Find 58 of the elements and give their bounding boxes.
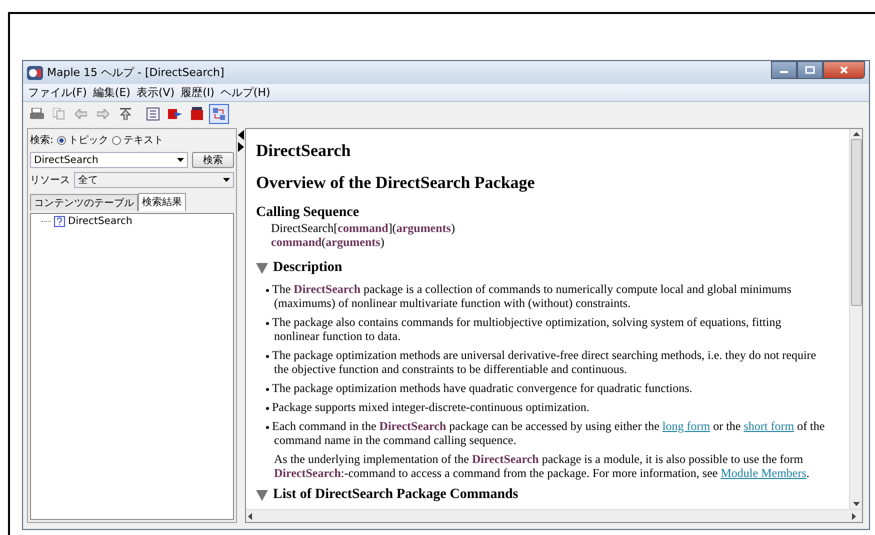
section-heading: Description — [273, 259, 342, 277]
minimize-button[interactable] — [771, 61, 797, 79]
scroll-up-icon — [852, 132, 860, 136]
up-arrow-icon — [120, 108, 130, 120]
tree-item[interactable]: DirectSearch — [68, 216, 132, 227]
section-heading: List of DirectSearch Package Commands — [273, 486, 518, 504]
caret-icon — [177, 158, 184, 162]
link[interactable]: long form — [662, 419, 710, 433]
tool-button[interactable] — [209, 104, 229, 124]
caret-icon — [223, 178, 230, 182]
bullet-item: The DirectSearch package is a collection of commands to numerically compute local and global minimums (maximums) of nonlinear multivariate function with (without) constraints. — [256, 282, 843, 310]
collapse-arrows-icon — [238, 130, 244, 152]
tab[interactable]: コンテンツのテーブル — [30, 194, 138, 211]
expand-triangle-icon[interactable] — [256, 489, 268, 501]
vertical-scrollbar[interactable] — [849, 129, 862, 509]
search-mode-radio[interactable]: トピック — [57, 133, 108, 147]
calling-sequence-line: command(arguments) — [270, 235, 386, 249]
menu-item[interactable]: ヘルプ(H) — [220, 85, 270, 100]
calling-sequence-line: DirectSearch[command](arguments) — [270, 221, 456, 235]
horizontal-scrollbar[interactable] — [246, 509, 862, 522]
copy-icon — [53, 108, 65, 120]
bullet-item: The package also contains commands for multiobjective optimization, solving system of equations, fitting nonlinear function to data. — [256, 315, 843, 343]
help-topic-icon — [54, 216, 65, 227]
search-field[interactable]: DirectSearch — [30, 152, 188, 168]
resource-dropdown[interactable]: 全て — [74, 172, 234, 188]
scroll-down-icon — [852, 502, 860, 506]
link[interactable]: Module Members — [720, 466, 806, 480]
printer-icon — [30, 108, 44, 120]
window-title: Maple 15 ヘルプ - [DirectSearch] — [47, 65, 224, 80]
search-button[interactable]: 検索 — [192, 152, 234, 168]
left-arrow-icon — [75, 108, 87, 118]
section-heading: Calling Sequence — [256, 205, 360, 221]
maximize-button[interactable] — [797, 61, 823, 79]
menu-item[interactable]: ファイル(F) — [28, 85, 87, 100]
maximize-icon — [805, 66, 815, 74]
close-button[interactable] — [823, 61, 865, 79]
link[interactable]: short form — [744, 419, 794, 433]
right-arrow-icon — [97, 108, 109, 118]
paragraph: As the underlying implementation of the DirectSearch package is a module, it is also possible to use the form DirectSearch:-command to access a command from the package. For more information, see Module Members. — [273, 452, 810, 480]
scroll-left-icon — [248, 512, 252, 520]
page-title: DirectSearch — [256, 141, 352, 161]
document-grid-icon — [146, 106, 160, 120]
expand-triangle-icon[interactable] — [256, 262, 268, 274]
bullet-item: The package optimization methods are universal derivative-free direct searching methods, i.e. they do not require the objective function and constraints to be differentiable and continuous. — [256, 348, 843, 376]
menu-item[interactable]: 編集(E) — [92, 85, 130, 100]
page-subtitle: Overview of the DirectSearch Package — [256, 173, 536, 193]
search-mode-radio[interactable]: テキスト — [112, 133, 164, 147]
tab[interactable]: 検索結果 — [138, 193, 186, 211]
bullet-item: Package supports mixed integer-discrete-continuous optimization. — [256, 400, 843, 414]
close-icon — [839, 66, 849, 74]
bullet-item: The package optimization methods have quadratic convergence for quadratic functions. — [256, 381, 843, 395]
scroll-right-icon — [852, 512, 856, 520]
bullet-item: Each command in the DirectSearch package can be accessed by using either the long form or the short form of the command name in the command calling sequence. — [256, 419, 843, 447]
menu-item[interactable]: 表示(V) — [136, 85, 175, 100]
search-label: 検索: — [30, 134, 54, 147]
resource-label: リソース — [30, 174, 70, 187]
menu-item[interactable]: 履歴(I) — [180, 85, 214, 100]
help-app-icon — [27, 66, 43, 80]
